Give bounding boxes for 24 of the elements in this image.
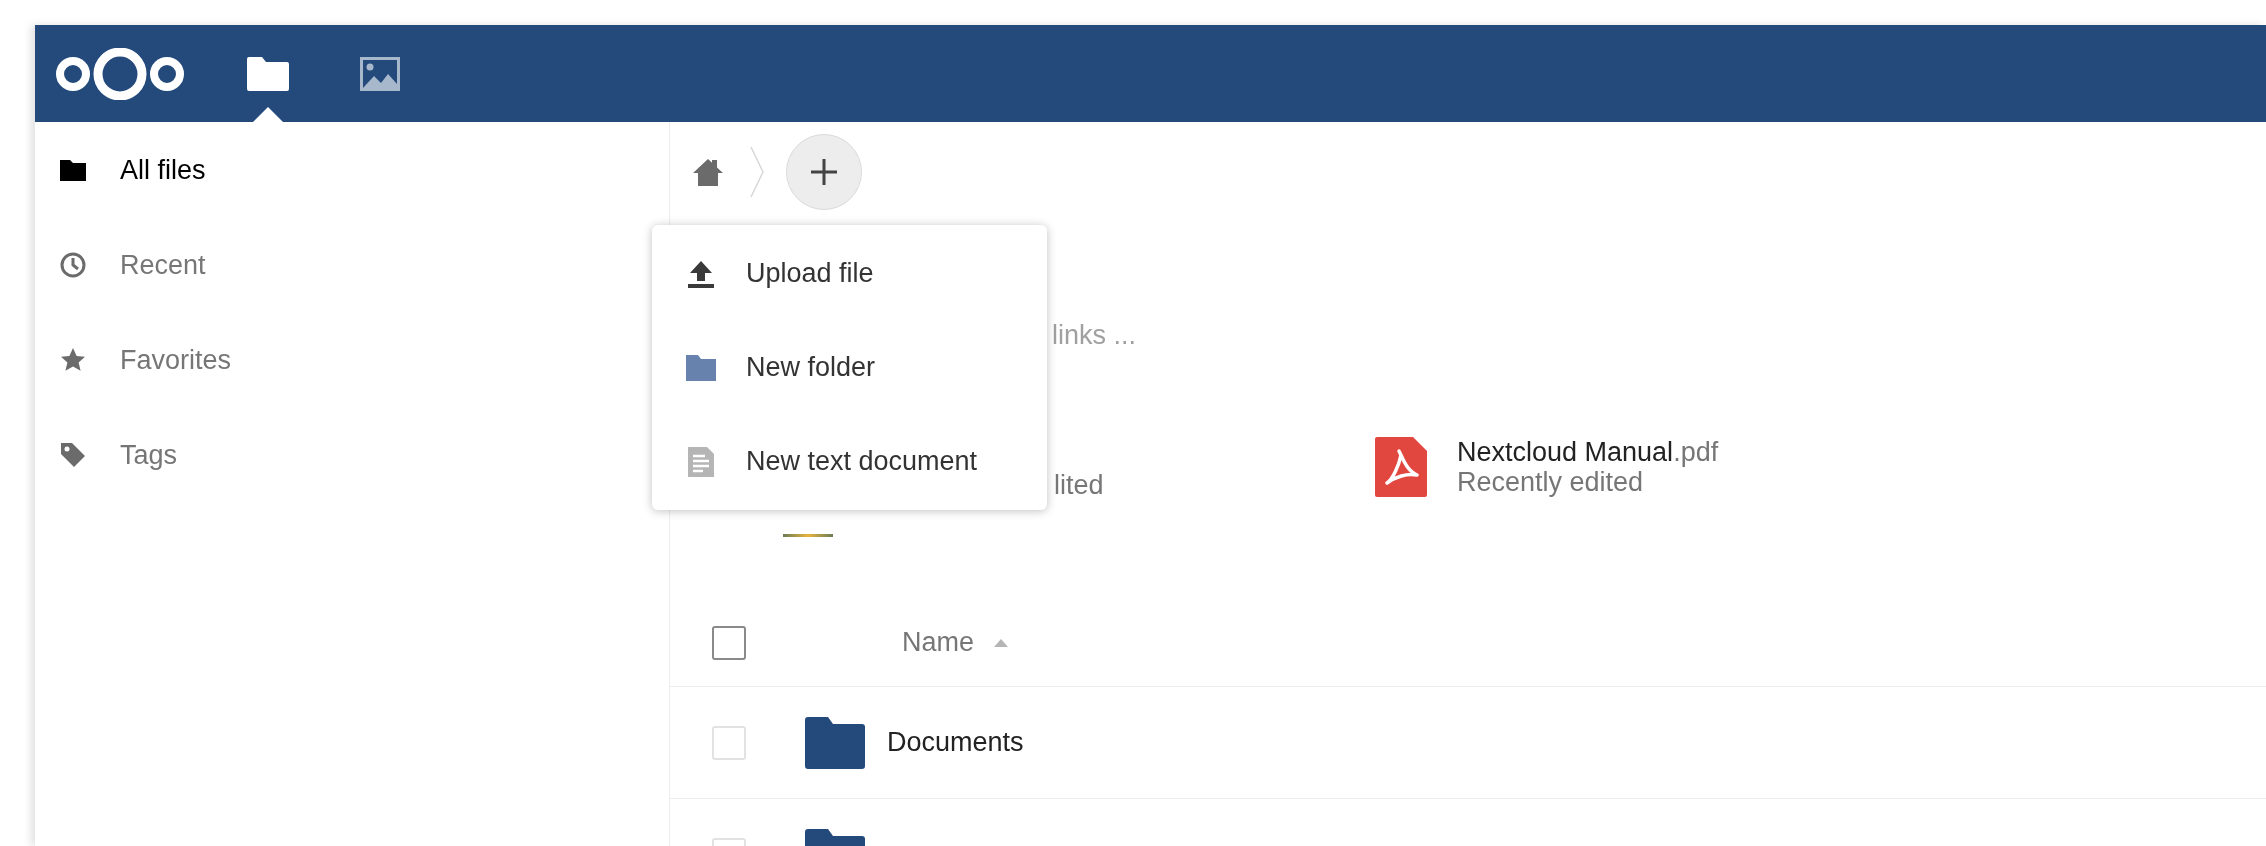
folder-icon (805, 716, 865, 769)
thumbnail-edge (783, 534, 833, 537)
column-header[interactable]: Name (902, 622, 975, 663)
folder-icon (686, 354, 716, 381)
sidebar-item[interactable]: All files (35, 137, 669, 203)
document-icon (688, 446, 714, 477)
file-status: Recently edited (1457, 467, 1645, 497)
file-name[interactable]: Nextcloud Manual.pdf (1457, 437, 1719, 467)
folder-icon (60, 159, 86, 181)
file-name[interactable]: Documents (887, 722, 1024, 763)
recent-caption: lited (1054, 470, 1104, 500)
clock-icon (60, 252, 86, 278)
folder-icon (247, 56, 289, 91)
active-pointer-icon (253, 107, 283, 122)
star-icon (60, 347, 86, 373)
upload-icon (688, 259, 714, 288)
hint-text: links ... (1052, 320, 1137, 350)
checkbox[interactable] (712, 625, 746, 660)
home-icon[interactable] (692, 157, 724, 187)
tag-icon (60, 442, 86, 468)
chevron-icon (750, 146, 764, 198)
pdf-icon (1375, 437, 1427, 497)
image-icon (360, 56, 400, 91)
plus-icon (809, 157, 839, 187)
